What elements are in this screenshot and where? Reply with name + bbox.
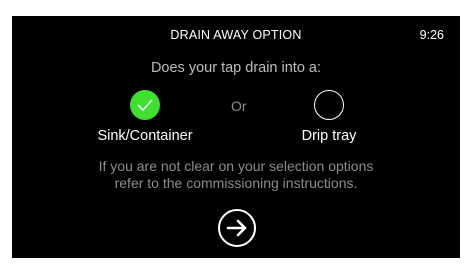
page-title: DRAIN AWAY OPTION (170, 28, 302, 42)
question-text: Does your tap drain into a: (150, 60, 322, 76)
info-line-1: If you are not clear on your selection o… (98, 158, 374, 174)
info-line-2: refer to the commissioning instructions. (114, 175, 358, 191)
or-separator: Or (231, 98, 247, 114)
arrow-right-icon (226, 219, 247, 237)
sink-container-radio[interactable] (130, 90, 160, 120)
drip-tray-label[interactable]: Drip tray (269, 128, 389, 144)
clock: 9:26 (419, 28, 444, 42)
screen: DRAIN AWAY OPTION 9:26 Does your tap dra… (12, 16, 460, 258)
info-text: If you are not clear on your selection o… (12, 158, 460, 192)
sink-container-label[interactable]: Sink/Container (75, 128, 215, 144)
next-button[interactable] (218, 209, 256, 247)
checkmark-icon (137, 99, 153, 111)
drip-tray-radio[interactable] (314, 90, 344, 120)
